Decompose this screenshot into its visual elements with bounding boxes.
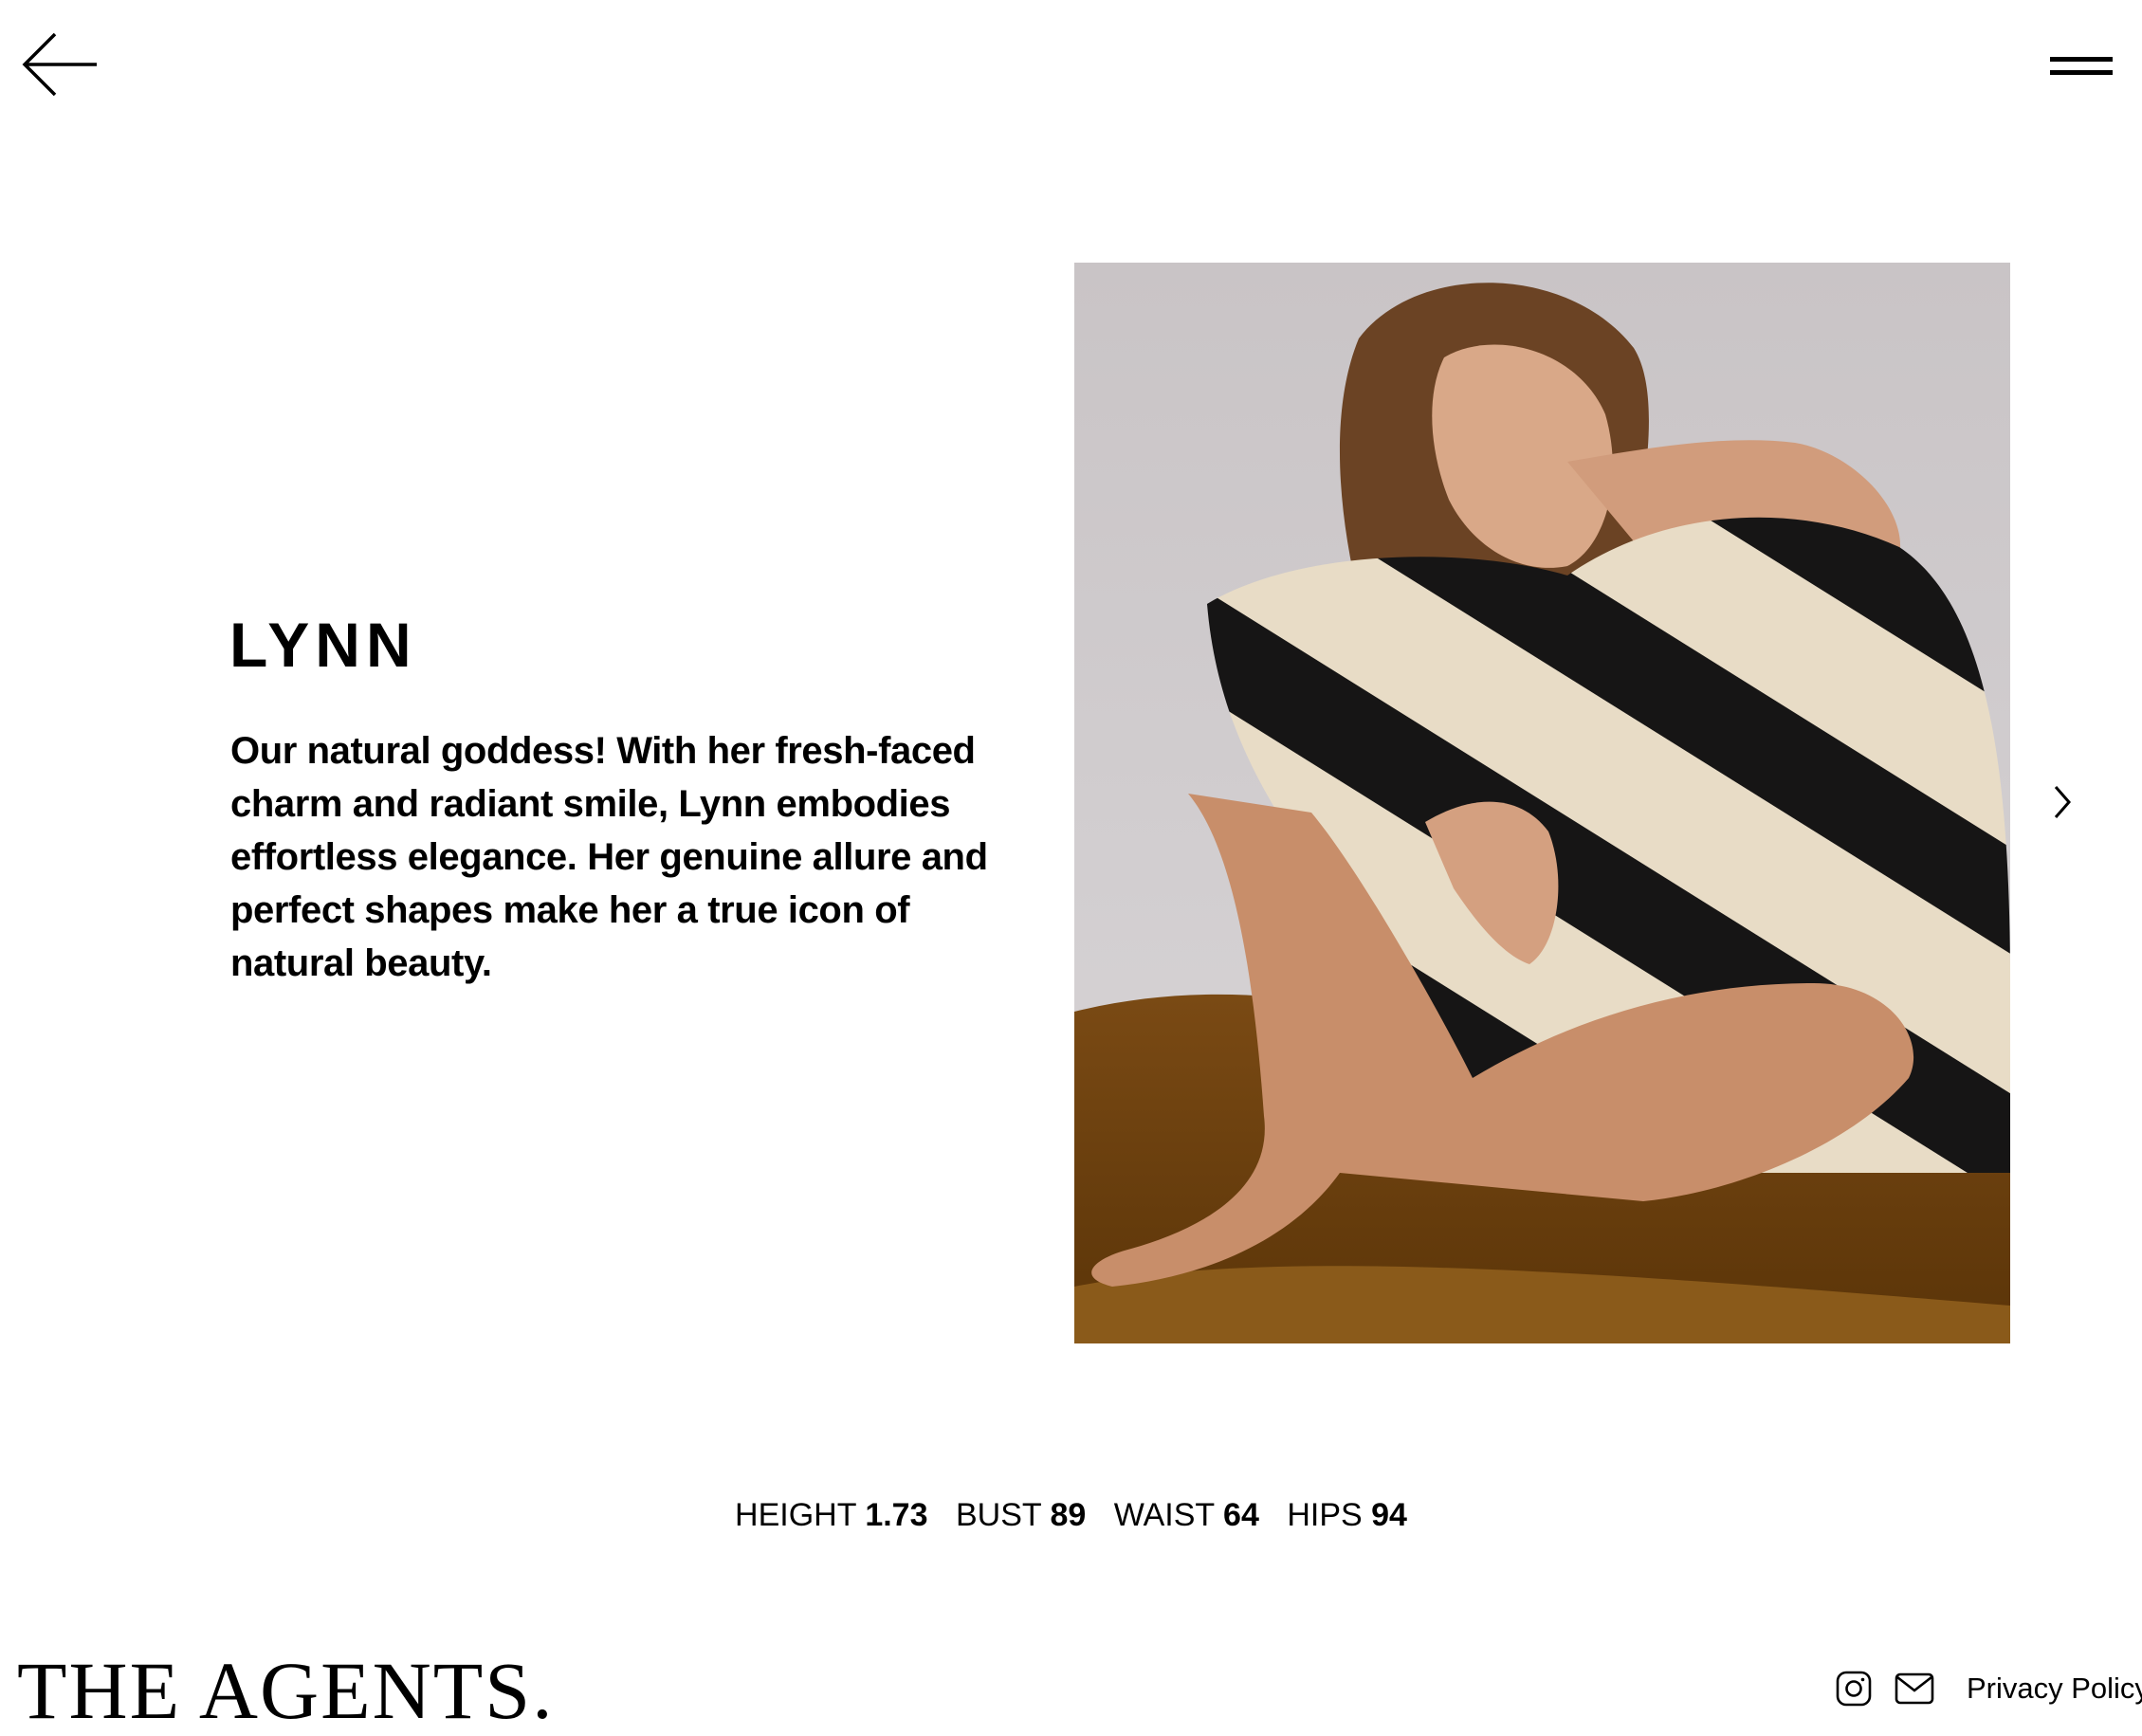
- instagram-link[interactable]: [1836, 1671, 1872, 1707]
- instagram-icon: [1836, 1671, 1872, 1707]
- measurements: HEIGHT 1.73 BUST 89 WAIST 64 HIPS 94: [0, 1489, 2142, 1542]
- model-photo: [1074, 263, 2010, 1343]
- privacy-policy-link[interactable]: Privacy Policy: [1967, 1668, 2142, 1709]
- brand-logo[interactable]: THE AGENTS.: [17, 1648, 555, 1733]
- menu-button[interactable]: [2050, 53, 2115, 82]
- measurement-bust: BUST 89: [955, 1497, 1087, 1533]
- measurement-height: HEIGHT 1.73: [735, 1497, 928, 1533]
- envelope-icon: [1895, 1672, 1934, 1705]
- chevron-right-icon: [2054, 786, 2071, 818]
- email-link[interactable]: [1895, 1672, 1934, 1705]
- model-photo-illustration: [1074, 263, 2010, 1343]
- next-photo-button[interactable]: [2046, 783, 2078, 821]
- arrow-left-icon: [22, 32, 97, 97]
- measurement-hips: HIPS 94: [1287, 1497, 1407, 1533]
- hamburger-menu-icon: [2050, 57, 2113, 75]
- model-name: LYNN: [229, 610, 417, 680]
- back-button[interactable]: [21, 31, 99, 98]
- model-bio: Our natural goddess! With her fresh-face…: [230, 730, 988, 984]
- measurement-waist: WAIST 64: [1113, 1497, 1259, 1533]
